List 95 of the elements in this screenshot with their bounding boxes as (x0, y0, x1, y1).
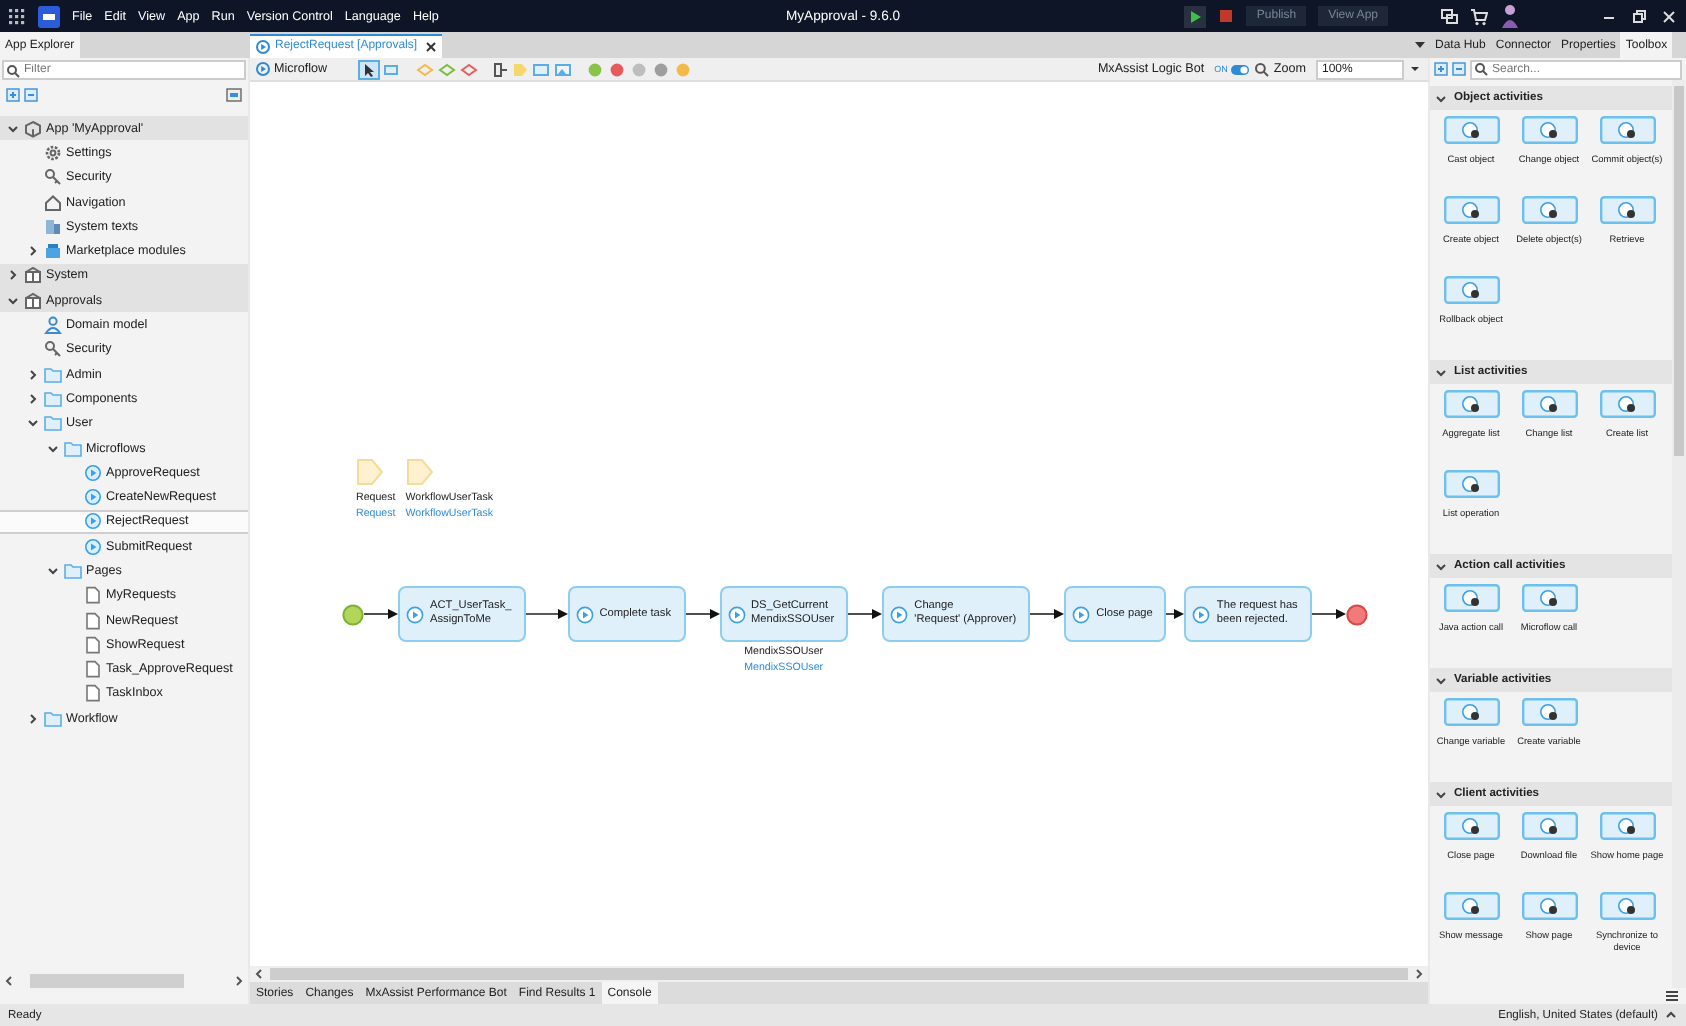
start-event[interactable] (342, 603, 364, 625)
activity-icon[interactable] (1521, 196, 1577, 224)
flow-arrow (685, 606, 719, 622)
microflow-icon (256, 62, 270, 76)
chevron-icon[interactable] (1434, 365, 1448, 379)
activity-icon[interactable] (1443, 276, 1499, 304)
flow-arrow (1311, 606, 1346, 622)
folder-icon (64, 561, 82, 580)
microflow-icon (84, 512, 102, 531)
flow-arrow (1166, 606, 1185, 622)
activity-icon (406, 605, 424, 623)
person-icon (44, 316, 62, 335)
split-icon[interactable] (459, 61, 478, 77)
caret-icon[interactable] (1664, 1008, 1678, 1022)
scroll-right-icon[interactable] (1414, 968, 1424, 980)
chevron-icon[interactable] (46, 563, 60, 578)
activity-icon (1192, 605, 1211, 623)
app-grid-icon[interactable] (8, 7, 26, 25)
flow-arrow (364, 606, 398, 622)
parameter-icon (356, 458, 384, 486)
activity-icon[interactable] (1443, 116, 1499, 144)
activity-icon[interactable] (1443, 584, 1499, 612)
search-icon (6, 63, 20, 77)
collapse-all-icon[interactable] (1452, 62, 1466, 76)
chevron-icon[interactable] (1434, 559, 1448, 573)
activity-icon[interactable] (1443, 698, 1499, 726)
microflow-icon (84, 488, 102, 507)
chevron-icon[interactable] (1434, 673, 1448, 687)
activity-icon[interactable] (1521, 812, 1577, 840)
scrollbar-thumb[interactable] (270, 968, 1408, 980)
chevron-icon[interactable] (26, 711, 40, 726)
close-icon[interactable] (423, 39, 438, 53)
zoom-icon (1253, 61, 1270, 77)
activity-icon[interactable] (1443, 812, 1499, 840)
list-view-icon[interactable] (1664, 988, 1680, 1004)
flow-arrow (1030, 606, 1065, 622)
activity-icon[interactable] (1521, 116, 1577, 144)
house-icon (44, 193, 62, 212)
scroll-left-icon[interactable] (4, 973, 14, 987)
activity-icon[interactable] (1443, 390, 1499, 418)
module-icon (24, 291, 42, 310)
microflow-icon (84, 463, 102, 482)
chevron-icon[interactable] (1434, 787, 1448, 801)
microflow-icon (84, 537, 102, 556)
activity-icon (1072, 605, 1091, 623)
activity-icon[interactable] (1599, 116, 1655, 144)
activity-icon (575, 605, 594, 623)
folder-icon (44, 709, 62, 728)
key-icon (44, 340, 62, 359)
activity-icon[interactable] (1599, 390, 1655, 418)
activity-icon[interactable] (1521, 390, 1577, 418)
cart-icon[interactable] (1470, 7, 1488, 25)
module-icon (24, 266, 42, 285)
switch-icon (1229, 63, 1250, 75)
scroll-right-icon[interactable] (234, 973, 244, 987)
activity-icon[interactable] (1599, 892, 1655, 920)
avatar-icon[interactable] (1500, 4, 1520, 28)
activity-icon (890, 605, 909, 623)
activity-icon[interactable] (1599, 196, 1655, 224)
activity-icon[interactable] (1443, 892, 1499, 920)
parameter-icon (405, 458, 434, 486)
run-icon[interactable] (1184, 5, 1207, 27)
event-circle-icon[interactable] (607, 61, 626, 77)
document-icon (44, 217, 62, 236)
scrollbar-thumb[interactable] (30, 973, 184, 987)
activity-icon[interactable] (1521, 698, 1577, 726)
chevron-icon[interactable] (1434, 91, 1448, 105)
activity-icon[interactable] (1443, 470, 1499, 498)
store-icon (44, 242, 62, 261)
logo-icon (38, 5, 60, 27)
link-editor-icon[interactable] (226, 88, 242, 102)
activity-icon[interactable] (1443, 196, 1499, 224)
microflow-icon (255, 39, 269, 53)
chevron-icon[interactable] (6, 121, 20, 136)
scrollbar-thumb[interactable] (1674, 86, 1684, 456)
expand-all-icon[interactable] (6, 88, 20, 102)
activity-icon[interactable] (1521, 584, 1577, 612)
stop-icon[interactable] (1218, 8, 1235, 24)
flow-arrow (525, 606, 568, 622)
loop-icon[interactable] (491, 61, 508, 77)
search-icon (1474, 62, 1488, 76)
chat-icon[interactable] (1440, 7, 1458, 25)
cube-icon (24, 119, 42, 138)
collapse-all-icon[interactable] (24, 88, 38, 102)
pointer-icon[interactable] (359, 61, 378, 77)
activity-icon (727, 605, 745, 623)
end-event[interactable] (1345, 603, 1368, 625)
key-icon (44, 168, 62, 187)
activity-icon[interactable] (1599, 812, 1655, 840)
activity-icon[interactable] (1521, 892, 1577, 920)
scroll-left-icon[interactable] (254, 968, 264, 980)
gear-icon (44, 143, 62, 162)
flow-arrow (848, 606, 883, 622)
expand-all-icon[interactable] (1434, 62, 1448, 76)
restore-icon[interactable] (1630, 7, 1648, 25)
